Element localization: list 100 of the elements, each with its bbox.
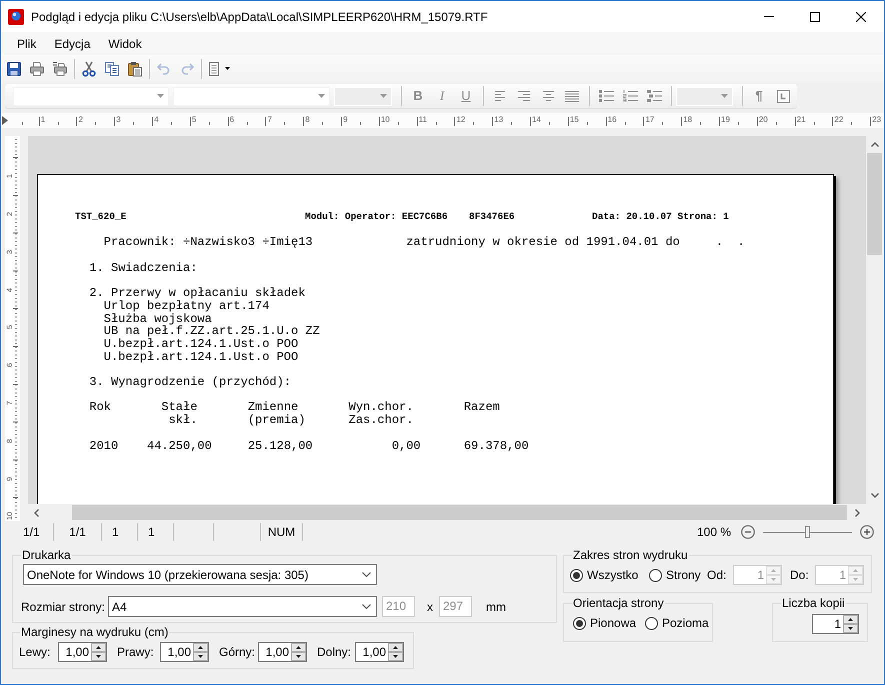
list-item: U.bezpł.art.124.1.Ust.o POO xyxy=(104,350,298,364)
spin-down-button[interactable] xyxy=(388,652,403,661)
radio-button[interactable]: Pozioma xyxy=(645,616,709,630)
report-code: TST_620_E xyxy=(75,211,126,224)
down-arrow-icon xyxy=(96,655,101,658)
menu-item[interactable]: Widok xyxy=(99,34,151,54)
field-label: Górny: xyxy=(219,645,256,659)
spin-up-button[interactable] xyxy=(843,615,858,624)
dropdown-arrow-icon xyxy=(318,94,325,98)
spin-up-button[interactable] xyxy=(91,643,106,652)
section-heading: 2. Przerwy w opłacaniu składek xyxy=(89,286,306,300)
scrollbar-thumb[interactable] xyxy=(72,505,847,520)
list-item: U.bezpł.art.124.1.Ust.o POO xyxy=(104,336,298,351)
ruler-number: 3 xyxy=(116,116,121,124)
minimize-icon xyxy=(764,16,774,17)
group-label: Drukarka xyxy=(21,548,72,562)
menu-item[interactable]: Edycja xyxy=(45,34,100,54)
frame-icon xyxy=(776,90,790,102)
caret-down-icon xyxy=(225,67,230,70)
page-size-dropdown[interactable]: A4 xyxy=(108,596,377,617)
up-arrow-icon xyxy=(848,618,853,621)
indent-marker-icon xyxy=(2,116,8,125)
dropdown-arrow-icon xyxy=(157,94,164,98)
num-lock-indicator: NUM xyxy=(268,525,296,539)
status-text: 1/1 xyxy=(69,525,86,539)
ruler-number: 21 xyxy=(796,116,806,124)
ruler-number: 23 xyxy=(872,116,882,124)
field-label: Do: xyxy=(790,568,809,582)
list-item: UB na peł.f.ZZ.art.25.1.U.o ZZ xyxy=(104,324,320,338)
app-icon xyxy=(8,8,24,24)
field-label: Lewy: xyxy=(19,645,50,659)
operator-code: 8F3476E6 xyxy=(469,211,515,224)
down-arrow-icon xyxy=(853,578,858,581)
ruler-number: 4 xyxy=(154,116,159,124)
radio-button[interactable]: Pionowa xyxy=(573,616,636,630)
spin-up-button[interactable] xyxy=(291,643,306,652)
up-arrow-icon xyxy=(296,646,301,649)
printer-icon xyxy=(52,60,68,76)
zoom-out-button[interactable] xyxy=(741,525,755,539)
undo-icon xyxy=(156,60,172,76)
scrollbar-thumb[interactable] xyxy=(867,153,882,255)
up-arrow-icon xyxy=(96,646,101,649)
up-arrow-icon xyxy=(853,569,858,572)
radio-button[interactable]: Wszystko xyxy=(570,568,638,582)
spin-down-button[interactable] xyxy=(193,652,208,661)
ruler-number: 19 xyxy=(721,116,730,124)
margin-spin-box[interactable]: 1,00 xyxy=(160,642,209,662)
status-text: 1 xyxy=(112,525,119,539)
column-header: skł. xyxy=(168,414,198,427)
spin-down-button[interactable] xyxy=(291,652,306,661)
spin-up-button[interactable] xyxy=(388,643,403,652)
printer-dropdown[interactable]: OneNote for Windows 10 (przekierowana sesja: 305) xyxy=(23,564,377,585)
margin-spin-box[interactable]: 1,00 xyxy=(58,642,107,662)
section-heading: 3. Wynagrodzenie (przychód): xyxy=(89,375,292,390)
status-text: 1/1 xyxy=(23,525,40,539)
column-header: Wyn.chor. xyxy=(348,401,414,414)
ruler-number: 15 xyxy=(570,116,579,124)
column-header: Stałe xyxy=(161,401,198,414)
employment-period: zatrudniony w okresie od 1991.04.01 do xyxy=(406,236,680,250)
ruler-number: 2 xyxy=(78,116,83,124)
spin-down-button[interactable] xyxy=(843,624,858,633)
ruler-number: 1 xyxy=(40,116,46,124)
spin-down-button[interactable] xyxy=(91,652,106,661)
margin-spin-box[interactable]: 1,00 xyxy=(258,642,307,662)
align-right-icon xyxy=(518,90,530,102)
printer-icon xyxy=(28,60,44,76)
employee-name: Pracownik: ÷Nazwisko3 ÷Imię13 xyxy=(104,236,313,250)
up-arrow-icon xyxy=(393,646,398,649)
dropdown-arrow-icon xyxy=(721,94,728,98)
clipboard-icon xyxy=(126,60,142,76)
ruler-number: 13 xyxy=(494,116,504,124)
section-heading: 1. Swiadczenia: xyxy=(89,260,198,275)
end-date: . . xyxy=(716,236,745,250)
up-arrow-icon xyxy=(198,646,203,649)
zoom-in-button[interactable] xyxy=(860,525,874,539)
up-arrow-icon xyxy=(771,569,776,572)
ruler-number: 6 xyxy=(230,116,234,124)
bullet-list-icon xyxy=(598,90,614,102)
dropdown-field[interactable] xyxy=(13,86,169,106)
ruler-number: 7 xyxy=(267,116,272,124)
operator-info: Modul: Operator: EEC7C6B6 xyxy=(305,211,448,224)
ruler-number: 17 xyxy=(645,116,654,124)
copies-spin-box[interactable]: 1 xyxy=(812,614,859,634)
column-header: Razem xyxy=(464,401,500,414)
page-icon xyxy=(206,60,222,76)
dropdown-field[interactable] xyxy=(173,86,330,106)
radio-button[interactable]: Strony xyxy=(649,568,701,582)
maximize-icon xyxy=(810,12,820,22)
ruler-number: 18 xyxy=(683,116,692,124)
down-arrow-icon xyxy=(848,627,853,630)
spin-up-button[interactable] xyxy=(193,643,208,652)
unit-label: mm xyxy=(486,600,506,614)
table-cell: 69.378,00 xyxy=(464,438,529,453)
margin-spin-box[interactable]: 1,00 xyxy=(355,642,404,662)
column-header: Zas.chor. xyxy=(348,414,414,427)
slider-thumb[interactable] xyxy=(805,526,810,538)
window-title: Podgląd i edycja pliku C:\Users\elb\AppData\Local\SIMPLEERP620\HRM_15079.RTF xyxy=(31,10,488,24)
group-label: Orientacja strony xyxy=(572,596,665,610)
menu-item[interactable]: Plik xyxy=(8,34,46,54)
group-label: Zakres stron wydruku xyxy=(572,548,689,562)
